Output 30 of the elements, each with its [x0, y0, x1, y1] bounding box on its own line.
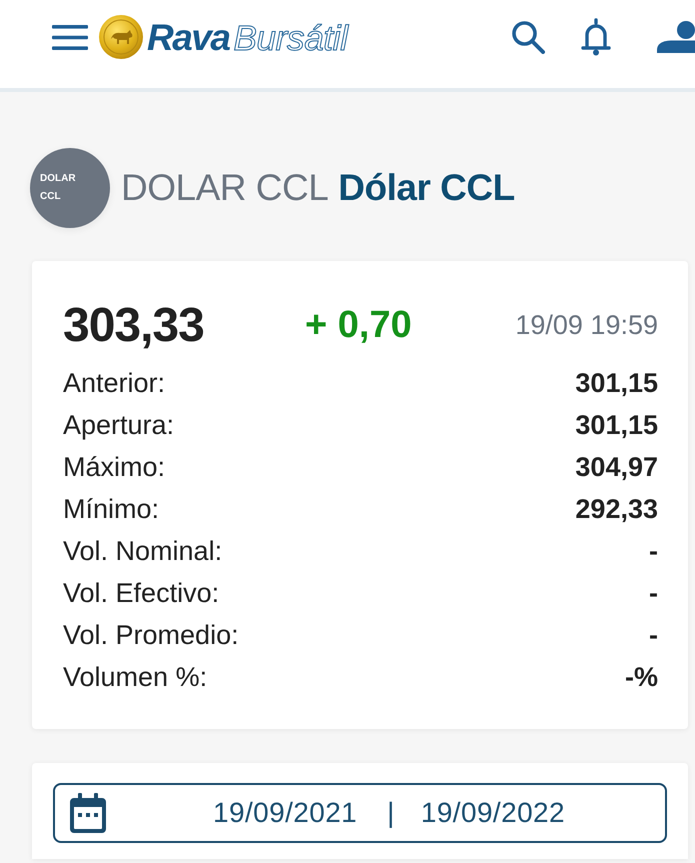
stat-value: -: [649, 536, 658, 566]
last-price: 303,33: [63, 298, 205, 352]
stat-label: Máximo:: [63, 452, 166, 482]
quote-timestamp: 19/09 19:59: [515, 310, 658, 340]
ticker-symbol: DOLAR CCL: [121, 168, 328, 208]
stat-value: 292,33: [575, 494, 658, 524]
stat-label: Vol. Promedio:: [63, 620, 239, 650]
stat-value: 304,97: [575, 452, 658, 482]
stat-value: -: [649, 578, 658, 608]
logo-wordmark[interactable]: RavaBursátil: [147, 18, 348, 56]
ticker-badge: DOLAR CCL: [30, 148, 110, 228]
stat-value: -%: [625, 662, 658, 692]
menu-icon[interactable]: [52, 24, 88, 50]
stat-label: Volumen %:: [63, 662, 208, 692]
date-range-field[interactable]: 19/09/2021 | 19/09/2022: [53, 783, 667, 843]
calendar-icon: [70, 793, 106, 833]
coin-logo-icon[interactable]: [99, 15, 143, 59]
stat-value: 301,15: [575, 410, 658, 440]
stat-value: 301,15: [575, 368, 658, 398]
stat-label: Vol. Nominal:: [63, 536, 222, 566]
stat-label: Apertura:: [63, 410, 174, 440]
stat-label: Vol. Efectivo:: [63, 578, 220, 608]
stat-label: Mínimo:: [63, 494, 160, 524]
price-change: + 0,70: [305, 304, 412, 346]
stat-value: -: [649, 620, 658, 650]
search-icon[interactable]: [511, 20, 545, 54]
instrument-name: Dólar CCL: [338, 168, 515, 208]
stat-label: Anterior:: [63, 368, 166, 398]
user-icon[interactable]: [657, 21, 695, 53]
bell-icon[interactable]: [580, 18, 612, 56]
